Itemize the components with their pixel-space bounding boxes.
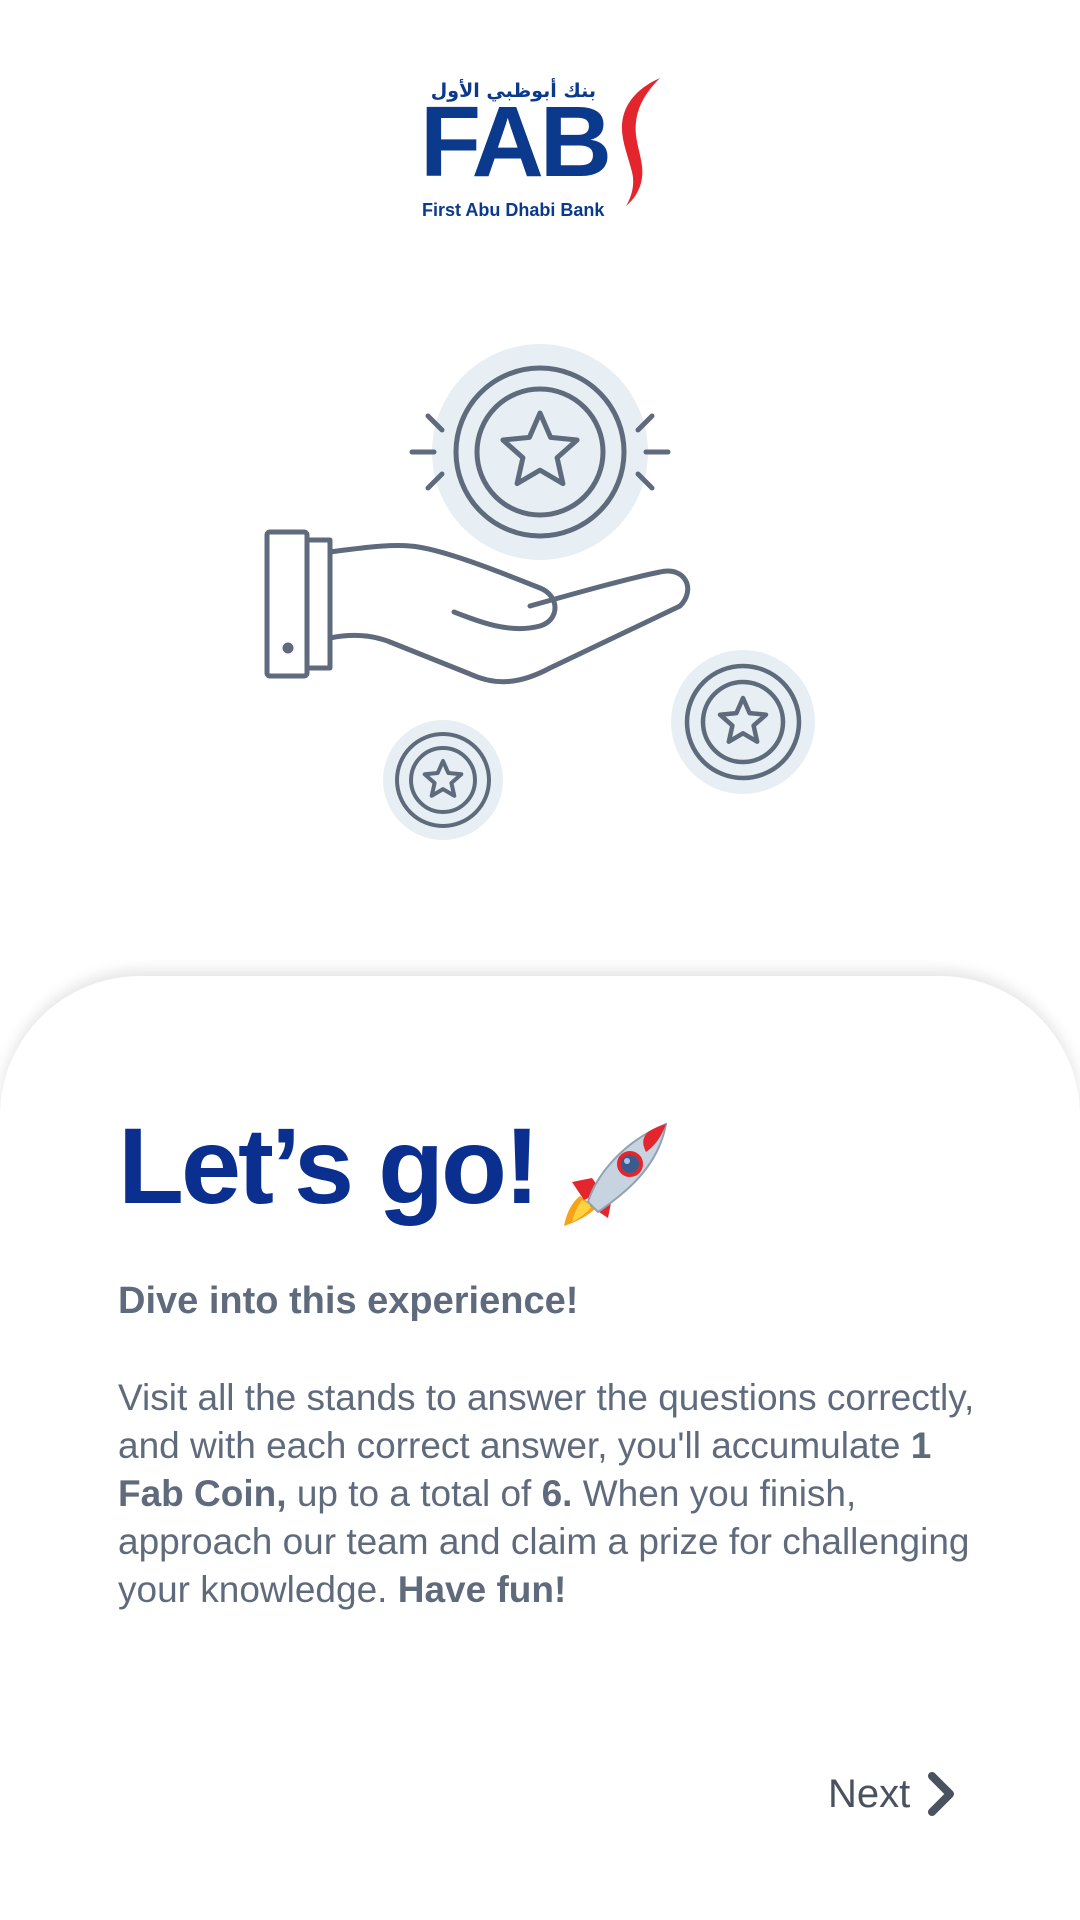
- coin-medium-icon: [671, 650, 815, 794]
- closing-text: Have fun!: [397, 1569, 567, 1610]
- body-text: Visit all the stands to answer the quest…: [118, 1374, 998, 1614]
- subtitle: Dive into this experience!: [118, 1280, 579, 1322]
- rocket-icon: [564, 1122, 668, 1226]
- body-part1: Visit all the stands to answer the quest…: [118, 1377, 975, 1466]
- coin-small-icon: [383, 720, 503, 840]
- logo-subtitle: First Abu Dhabi Bank: [422, 200, 605, 220]
- coin-large-icon: [409, 344, 671, 560]
- hand-holding-coins-icon: [264, 344, 815, 840]
- chevron-right-icon: [928, 1772, 955, 1816]
- headline: Let’s go!: [118, 1105, 540, 1226]
- next-button[interactable]: Next: [828, 1770, 956, 1818]
- fab-logo: بنك أبوظبي الأول FAB First Abu Dhabi Ban…: [420, 78, 660, 228]
- logo-swoosh-icon: [621, 78, 660, 206]
- body-part2: up to a total of: [286, 1473, 542, 1514]
- logo-wordmark: FAB: [420, 86, 612, 198]
- onboarding-screen: بنك أبوظبي الأول FAB First Abu Dhabi Ban…: [0, 0, 1080, 1920]
- hand-icon: [264, 529, 691, 685]
- next-label: Next: [828, 1771, 911, 1816]
- coin-total: 6.: [541, 1473, 573, 1514]
